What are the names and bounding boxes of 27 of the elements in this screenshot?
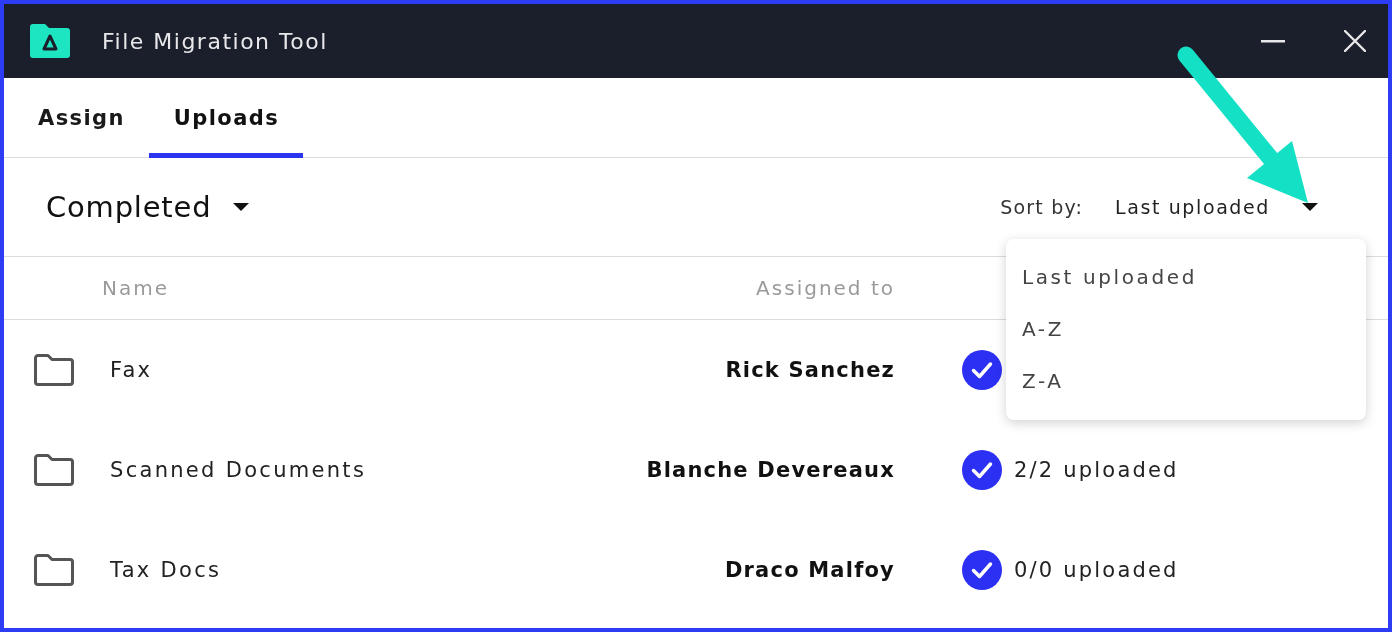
folder-name: Fax <box>110 358 154 382</box>
tab[interactable]: Assign <box>13 78 149 158</box>
sort-menu-item[interactable]: Last uploaded <box>1006 251 1366 303</box>
sort-menu-item[interactable]: A-Z <box>1006 303 1366 355</box>
caret-icon <box>233 203 250 211</box>
sort-label: Sort by: <box>1000 196 1084 218</box>
caret-icon <box>1302 203 1318 211</box>
column-header: Assigned to <box>756 276 895 300</box>
upload-status: 0/0 uploaded <box>1014 558 1180 582</box>
assignee-name: Rick Sanchez <box>725 358 895 382</box>
column-header: Name <box>102 276 169 300</box>
close-icon <box>1344 30 1366 52</box>
assignee-name: Draco Malfoy <box>724 558 895 582</box>
sort-dropdown[interactable]: Last uploaded <box>1115 187 1318 227</box>
folder-name: Scanned Documents <box>110 458 368 482</box>
sort-menu-item[interactable]: Z-A <box>1006 355 1366 407</box>
upload-status: 2/2 uploaded <box>1014 458 1180 482</box>
window-title: File Migration Tool <box>102 28 328 54</box>
folder-icon <box>34 454 74 486</box>
minimize-icon <box>1261 39 1285 43</box>
filter-dropdown[interactable]: Completed <box>46 190 250 224</box>
folder-icon <box>34 354 74 386</box>
folder-logo-icon <box>30 24 70 58</box>
tab[interactable]: Uploads <box>148 78 304 158</box>
folder-name: Tax Docs <box>110 558 223 582</box>
folder-icon <box>34 554 74 586</box>
assignee-name: Blanche Devereaux <box>646 458 895 482</box>
